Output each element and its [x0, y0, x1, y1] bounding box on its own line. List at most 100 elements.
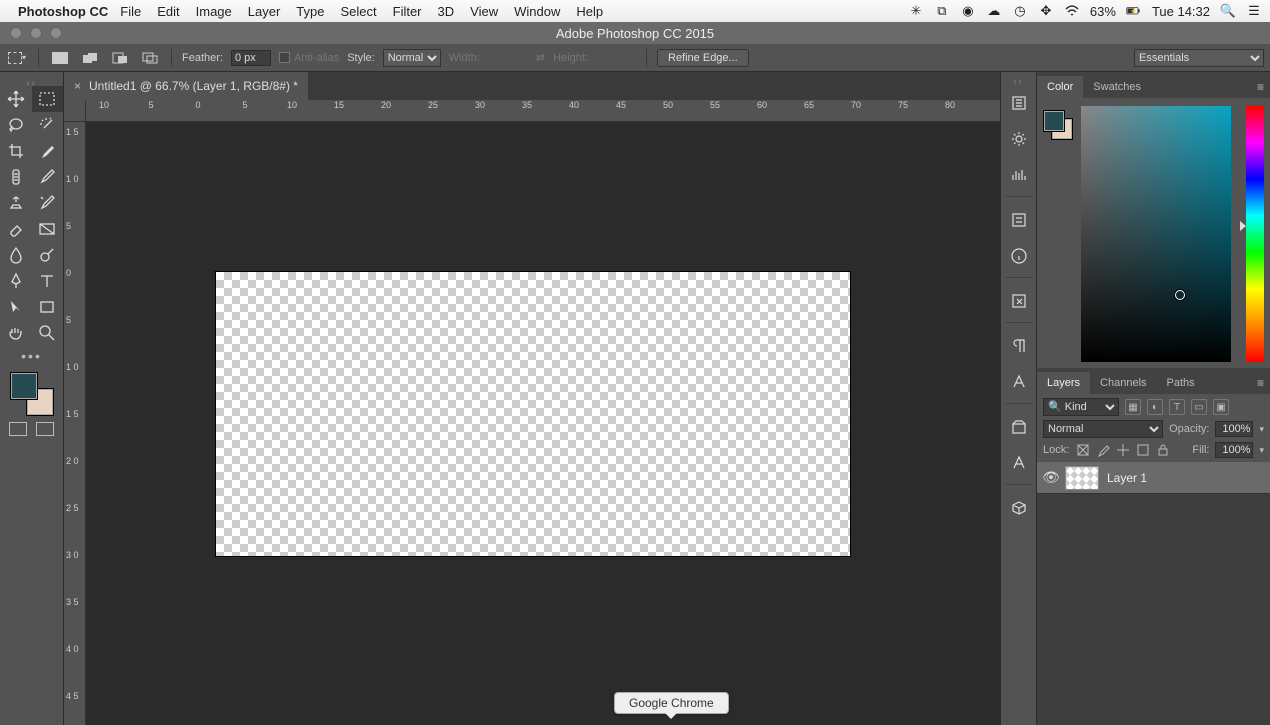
menu-view[interactable]: View	[470, 4, 498, 19]
filter-type-icon[interactable]: T	[1169, 399, 1185, 415]
ruler-horizontal[interactable]: 10505101520253035404550556065707580	[86, 100, 1000, 122]
tool-preset-icon[interactable]: ▾	[6, 49, 28, 67]
menu-window[interactable]: Window	[514, 4, 560, 19]
blend-mode-select[interactable]: Normal	[1043, 420, 1163, 438]
color-panel-swatches[interactable]	[1043, 110, 1073, 140]
status-icon-camera[interactable]: ⧉	[934, 3, 950, 19]
blur-tool[interactable]	[0, 242, 32, 268]
menu-filter[interactable]: Filter	[393, 4, 422, 19]
document-tab[interactable]: × Untitled1 @ 66.7% (Layer 1, RGB/8#) *	[64, 72, 308, 100]
selection-subtract-icon[interactable]	[109, 49, 131, 67]
window-close-button[interactable]	[10, 27, 22, 39]
clock-icon[interactable]: ◷	[1012, 3, 1028, 19]
battery-icon[interactable]: ⚡	[1126, 3, 1142, 19]
hue-arrow[interactable]	[1240, 221, 1246, 231]
tools-handle[interactable]: ››	[0, 78, 63, 86]
quick-mask-icon[interactable]	[9, 422, 27, 436]
filter-adjustment-icon[interactable]: ◐	[1147, 399, 1163, 415]
lock-artboard-icon[interactable]	[1135, 443, 1151, 457]
layer-list[interactable]: 👁 Layer 1	[1037, 462, 1270, 725]
workspace-select[interactable]: Essentials	[1134, 49, 1264, 67]
menu-layer[interactable]: Layer	[248, 4, 281, 19]
close-tab-icon[interactable]: ×	[74, 79, 81, 93]
filter-smart-icon[interactable]: ▣	[1213, 399, 1229, 415]
info-panel-icon[interactable]	[1005, 239, 1033, 273]
menu-select[interactable]: Select	[340, 4, 376, 19]
eraser-tool[interactable]	[0, 216, 32, 242]
history-brush-tool[interactable]	[32, 190, 64, 216]
selection-intersect-icon[interactable]	[139, 49, 161, 67]
creative-cloud-icon[interactable]: ◉	[960, 3, 976, 19]
style-select[interactable]: Normal	[383, 49, 441, 67]
libraries-panel-icon[interactable]	[1005, 410, 1033, 444]
layer-visibility-icon[interactable]: 👁	[1037, 469, 1065, 486]
color-swatches[interactable]	[10, 372, 54, 416]
hand-tool[interactable]	[0, 320, 32, 346]
layer-row[interactable]: 👁 Layer 1	[1037, 462, 1270, 494]
clone-stamp-tool[interactable]	[0, 190, 32, 216]
pen-tool[interactable]	[0, 268, 32, 294]
move-icon[interactable]: ✥	[1038, 3, 1054, 19]
refine-edge-button[interactable]: Refine Edge...	[657, 49, 749, 67]
type-tool[interactable]	[32, 268, 64, 294]
layer-filter-kind[interactable]: 🔍 Kind	[1043, 398, 1119, 416]
lock-pixels-icon[interactable]	[1095, 443, 1111, 457]
app-name[interactable]: Photoshop CC	[18, 4, 108, 19]
selection-new-icon[interactable]	[49, 49, 71, 67]
filter-pixel-icon[interactable]: ▦	[1125, 399, 1141, 415]
color-panel-fg-swatch[interactable]	[1043, 110, 1065, 132]
opacity-input[interactable]	[1215, 421, 1253, 437]
brightness-panel-icon[interactable]	[1005, 122, 1033, 156]
color-panel-menu-icon[interactable]: ≡	[1251, 76, 1270, 98]
foreground-color-swatch[interactable]	[10, 372, 38, 400]
menu-type[interactable]: Type	[296, 4, 324, 19]
cloud-icon[interactable]: ☁︎	[986, 3, 1002, 19]
lock-all-icon[interactable]	[1155, 443, 1171, 457]
saturation-field[interactable]	[1081, 106, 1231, 362]
lock-transparency-icon[interactable]	[1075, 443, 1091, 457]
more-tools-icon[interactable]: •••	[0, 346, 63, 364]
lock-position-icon[interactable]	[1115, 443, 1131, 457]
layer-name[interactable]: Layer 1	[1107, 471, 1147, 485]
histogram-panel-icon[interactable]	[1005, 158, 1033, 192]
canvas-viewport[interactable]	[86, 122, 1000, 725]
crop-tool[interactable]	[0, 138, 32, 164]
tab-channels[interactable]: Channels	[1090, 372, 1156, 394]
spotlight-icon[interactable]: 🔍	[1220, 3, 1236, 19]
glyphs-panel-icon[interactable]	[1005, 284, 1033, 318]
history-panel-icon[interactable]	[1005, 86, 1033, 120]
paragraph-panel-icon[interactable]	[1005, 329, 1033, 363]
properties-panel-icon[interactable]	[1005, 203, 1033, 237]
tab-color[interactable]: Color	[1037, 76, 1083, 98]
tab-paths[interactable]: Paths	[1157, 372, 1205, 394]
menubar-clock[interactable]: Tue 14:32	[1152, 4, 1210, 19]
fill-input[interactable]	[1215, 442, 1253, 458]
hue-strip[interactable]	[1246, 106, 1264, 362]
healing-brush-tool[interactable]	[0, 164, 32, 190]
rectangular-marquee-tool[interactable]	[32, 86, 64, 112]
selection-add-icon[interactable]	[79, 49, 101, 67]
menu-help[interactable]: Help	[576, 4, 603, 19]
character-panel-icon[interactable]	[1005, 365, 1033, 399]
3d-panel-icon[interactable]	[1005, 491, 1033, 525]
adjustments-panel-icon[interactable]	[1005, 446, 1033, 480]
dodge-tool[interactable]	[32, 242, 64, 268]
menu-file[interactable]: File	[120, 4, 141, 19]
status-icon-1[interactable]: ✳︎	[908, 3, 924, 19]
brush-tool[interactable]	[32, 164, 64, 190]
layer-thumbnail[interactable]	[1065, 466, 1099, 490]
menu-image[interactable]: Image	[196, 4, 232, 19]
menu-3d[interactable]: 3D	[438, 4, 455, 19]
notification-center-icon[interactable]: ☰	[1246, 3, 1262, 19]
strip-handle[interactable]: ‹‹	[1014, 76, 1024, 84]
feather-input[interactable]	[231, 50, 271, 66]
gradient-tool[interactable]	[32, 216, 64, 242]
zoom-tool[interactable]	[32, 320, 64, 346]
window-minimize-button[interactable]	[30, 27, 42, 39]
lasso-tool[interactable]	[0, 112, 32, 138]
tab-layers[interactable]: Layers	[1037, 372, 1090, 394]
wifi-icon[interactable]	[1064, 3, 1080, 19]
window-zoom-button[interactable]	[50, 27, 62, 39]
tab-swatches[interactable]: Swatches	[1083, 76, 1151, 98]
path-selection-tool[interactable]	[0, 294, 32, 320]
